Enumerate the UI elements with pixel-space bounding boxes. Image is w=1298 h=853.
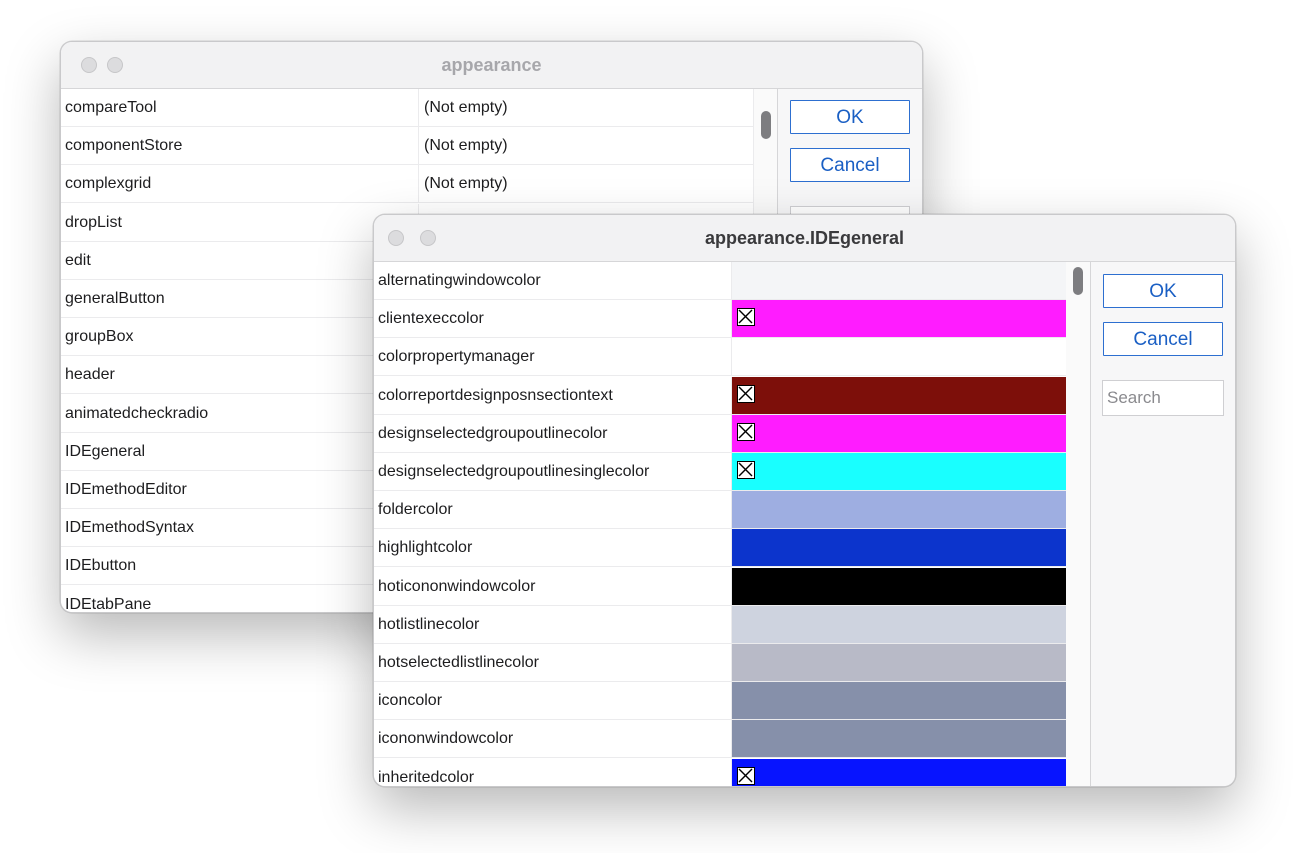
column-divider <box>731 491 732 530</box>
column-divider <box>731 682 732 721</box>
table-row[interactable]: inheritedcolor <box>374 758 1066 786</box>
column-divider <box>731 338 732 377</box>
checkbox-x-icon[interactable] <box>737 461 755 479</box>
scrollbar-thumb[interactable] <box>761 111 771 139</box>
color-swatch[interactable] <box>732 300 1066 338</box>
property-name: groupBox <box>65 328 134 346</box>
column-divider <box>418 127 419 166</box>
property-name: hotselectedlistlinecolor <box>378 654 539 671</box>
column-divider <box>731 758 732 786</box>
column-divider <box>731 720 732 759</box>
table-row[interactable]: hotselectedlistlinecolor <box>374 644 1066 682</box>
property-name: IDEmethodEditor <box>65 481 187 498</box>
ok-button[interactable]: OK <box>790 100 910 134</box>
property-name: dropList <box>65 213 122 231</box>
property-value: (Not empty) <box>424 175 508 193</box>
column-divider <box>731 644 732 682</box>
property-name: designselectedgroupoutlinesinglecolor <box>378 463 650 480</box>
color-swatch[interactable] <box>732 453 1066 490</box>
property-name: highlightcolor <box>378 539 473 557</box>
search-input[interactable]: Search <box>1102 380 1224 416</box>
table-row[interactable]: icononwindowcolor <box>374 720 1066 759</box>
color-swatch[interactable] <box>732 262 1066 299</box>
property-name: icononwindowcolor <box>378 730 514 748</box>
property-name: edit <box>65 251 91 269</box>
property-name: inheritedcolor <box>378 768 475 786</box>
property-name: iconcolor <box>378 692 443 710</box>
table-row[interactable]: colorreportdesignposnsectiontext <box>374 376 1066 415</box>
window-title: appearance.IDEgeneral <box>704 228 905 248</box>
property-value: (Not empty) <box>424 99 508 116</box>
property-name: componentStore <box>65 137 183 155</box>
color-swatch[interactable] <box>732 491 1066 529</box>
property-name: IDEbutton <box>65 557 137 575</box>
table-row[interactable]: highlightcolor <box>374 529 1066 568</box>
property-name: animatedcheckradio <box>65 404 209 422</box>
property-name: IDEgeneral <box>65 442 146 460</box>
column-divider <box>731 414 732 453</box>
property-name: compareTool <box>65 99 157 116</box>
table-row[interactable]: componentStore (Not empty) <box>61 127 753 166</box>
table-row[interactable]: colorpropertymanager <box>374 338 1066 377</box>
table-row[interactable]: iconcolor <box>374 682 1066 721</box>
property-name: designselectedgroupoutlinecolor <box>378 424 608 442</box>
scrollbar-thumb[interactable] <box>1073 267 1083 295</box>
table-row[interactable]: hoticononwindowcolor <box>374 567 1066 606</box>
property-name: hoticononwindowcolor <box>378 577 536 595</box>
property-name: complexgrid <box>65 175 152 193</box>
table-row[interactable]: foldercolor <box>374 491 1066 530</box>
color-swatch[interactable] <box>732 720 1066 758</box>
table-row[interactable]: compareTool (Not empty) <box>61 89 753 127</box>
column-divider <box>418 89 419 127</box>
property-name: hotlistlinecolor <box>378 615 480 633</box>
appearance-idegeneral-window: appearance.IDEgeneral alternatingwindowc… <box>373 214 1236 787</box>
property-name: IDEmethodSyntax <box>65 519 194 537</box>
table-row[interactable]: clientexeccolor <box>374 300 1066 339</box>
column-divider <box>731 262 732 300</box>
column-divider <box>731 605 732 644</box>
color-property-list[interactable]: alternatingwindowcolor clientexeccolor col… <box>374 262 1066 786</box>
property-name: clientexeccolor <box>378 310 484 328</box>
table-row[interactable]: hotlistlinecolor <box>374 605 1066 644</box>
column-divider <box>731 453 732 491</box>
column-divider <box>731 300 732 339</box>
button-pane: OK Cancel Search <box>1090 262 1235 786</box>
checkbox-x-icon[interactable] <box>737 422 755 441</box>
window-title: appearance <box>441 55 542 75</box>
color-swatch[interactable] <box>732 605 1066 643</box>
color-swatch[interactable] <box>732 529 1066 567</box>
color-swatch[interactable] <box>732 414 1066 452</box>
table-row[interactable]: alternatingwindowcolor <box>374 262 1066 300</box>
property-name: header <box>65 366 115 384</box>
property-value: (Not empty) <box>424 137 508 155</box>
property-name: generalButton <box>65 290 165 307</box>
color-swatch[interactable] <box>732 682 1066 720</box>
property-name: alternatingwindowcolor <box>378 272 541 289</box>
property-name: colorpropertymanager <box>378 348 535 366</box>
table-row[interactable]: complexgrid (Not empty) <box>61 165 753 204</box>
column-divider <box>418 165 419 204</box>
title-bar[interactable]: appearance <box>61 42 922 89</box>
ok-button[interactable]: OK <box>1103 274 1223 308</box>
color-swatch[interactable] <box>732 567 1066 605</box>
checkbox-x-icon[interactable] <box>737 766 755 785</box>
column-divider <box>731 529 732 568</box>
cancel-button[interactable]: Cancel <box>1103 322 1223 356</box>
property-name: colorreportdesignposnsectiontext <box>378 386 613 404</box>
table-row[interactable]: designselectedgroupoutlinesinglecolor <box>374 453 1066 491</box>
scrollbar[interactable] <box>1066 262 1090 786</box>
property-name: foldercolor <box>378 501 453 519</box>
title-bar[interactable]: appearance.IDEgeneral <box>374 215 1235 262</box>
column-divider <box>731 567 732 606</box>
checkbox-x-icon[interactable] <box>737 308 755 327</box>
table-row[interactable]: designselectedgroupoutlinecolor <box>374 414 1066 453</box>
checkbox-x-icon[interactable] <box>737 384 755 403</box>
property-name: IDEtabPane <box>65 595 152 612</box>
color-swatch[interactable] <box>732 758 1066 786</box>
column-divider <box>731 376 732 415</box>
color-swatch[interactable] <box>732 376 1066 414</box>
color-swatch[interactable] <box>732 644 1066 681</box>
color-swatch[interactable] <box>732 338 1066 376</box>
cancel-button[interactable]: Cancel <box>790 148 910 182</box>
